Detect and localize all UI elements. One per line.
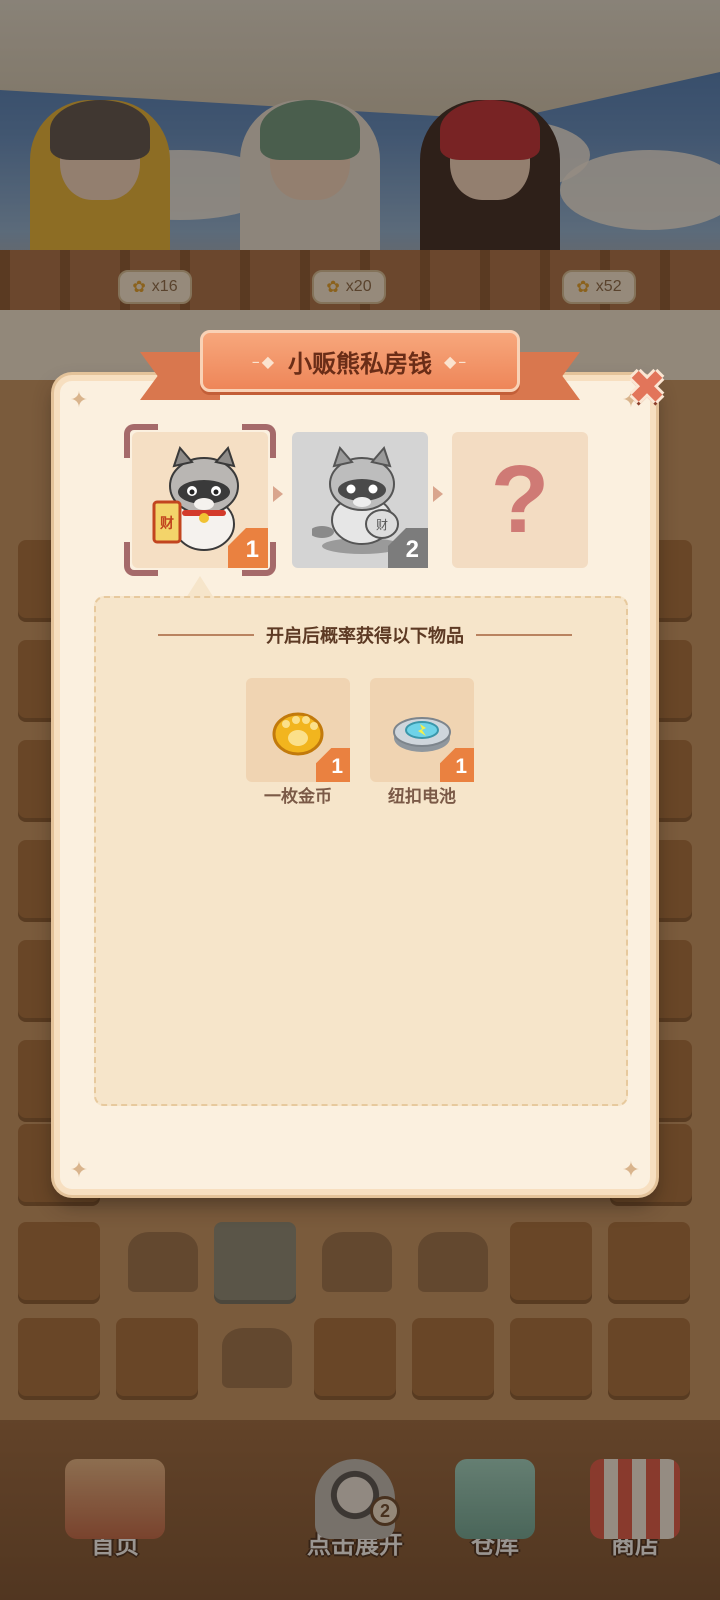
divider-line: [476, 634, 572, 636]
ribbon-banner: –◆ 小贩熊私房钱 ◆–: [200, 330, 520, 392]
ribbon-ornament: –◆: [251, 351, 276, 371]
reward-label: 纽扣电池: [388, 787, 456, 807]
rewards-panel: [94, 596, 628, 1106]
chevron-right-icon: [273, 486, 283, 502]
corner-ornament: ✦: [69, 1157, 89, 1183]
chevron-right-icon: [433, 486, 443, 502]
reward-item-gold-coin[interactable]: 1: [246, 678, 350, 782]
close-icon: ✖: [627, 360, 667, 414]
svg-text:财: 财: [159, 515, 174, 532]
dialog-title: 小贩熊私房钱: [288, 349, 432, 378]
ribbon-ornament: ◆–: [444, 351, 469, 371]
panel-pointer: [186, 576, 214, 598]
raccoon-lucky-scroll-icon: 财: [152, 446, 239, 551]
rewards-title: 开启后概率获得以下物品: [266, 626, 464, 647]
dialog-title-ribbon: –◆ 小贩熊私房钱 ◆–: [140, 330, 580, 402]
svg-text:财: 财: [376, 518, 388, 532]
rewards-header: 开启后概率获得以下物品: [158, 620, 572, 650]
stage-next[interactable]: 财 2: [292, 432, 428, 568]
corner-ornament: ✦: [621, 1157, 641, 1183]
close-button[interactable]: ✖: [620, 360, 674, 414]
corner-ornament: ✦: [69, 387, 89, 413]
stage-current[interactable]: 财 1: [124, 424, 276, 576]
raccoon-statue-icon: 财: [312, 446, 402, 554]
reward-label: 一枚金币: [264, 787, 332, 807]
stage-unknown[interactable]: ?: [452, 432, 588, 568]
divider-line: [158, 634, 254, 636]
unknown-item-question-mark: ?: [490, 446, 550, 553]
reward-item-button-battery[interactable]: 1: [370, 678, 474, 782]
